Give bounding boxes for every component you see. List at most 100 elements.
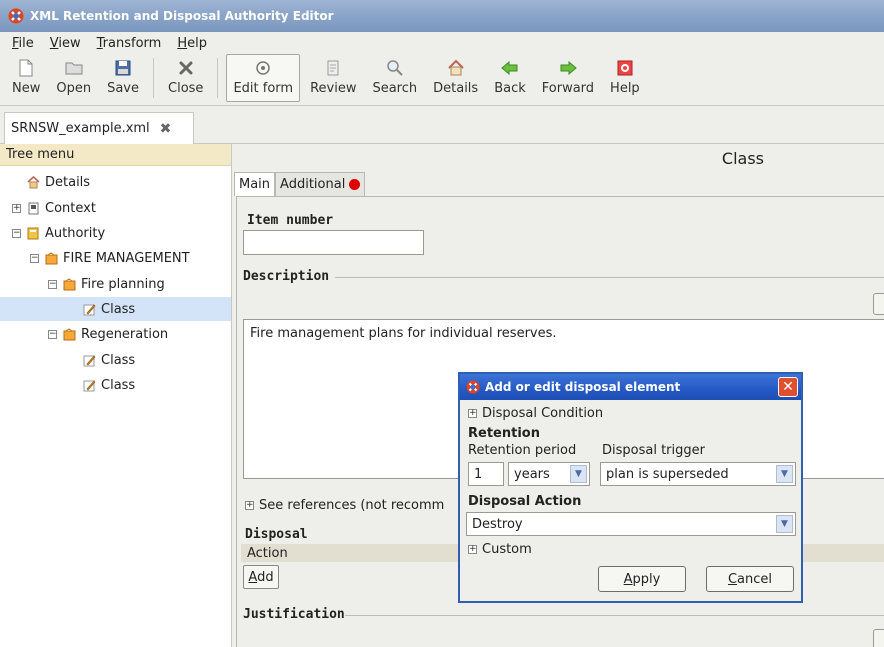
help-button[interactable]: Help: [604, 54, 646, 102]
item-number-input[interactable]: [243, 230, 424, 255]
collapse-icon[interactable]: −: [30, 253, 39, 263]
dialog-body: + Disposal Condition Retention Retention…: [460, 400, 801, 601]
collapse-icon[interactable]: −: [12, 228, 21, 238]
tree-item-context[interactable]: + Context: [12, 196, 96, 220]
add-disposal-button[interactable]: Add: [243, 565, 279, 589]
class-edit-icon: [82, 378, 96, 392]
retention-period-label: Retention period: [468, 443, 577, 458]
tree-item-class[interactable]: Class: [82, 348, 135, 372]
page-title: Class: [721, 148, 764, 168]
retention-number-input[interactable]: 1: [468, 462, 504, 486]
class-edit-icon: [82, 353, 96, 367]
edit-form-icon: [253, 58, 273, 78]
app-icon: [466, 380, 480, 394]
section-divider: [345, 615, 884, 616]
disposal-trigger-label: Disposal trigger: [602, 443, 705, 458]
home-icon: [26, 175, 40, 189]
back-button[interactable]: Back: [488, 54, 532, 102]
menu-help[interactable]: Help: [169, 36, 215, 51]
tree-header: Tree menu: [0, 144, 231, 166]
home-icon: [446, 58, 466, 78]
activity-icon: [62, 277, 76, 291]
chevron-down-icon: ▼: [776, 465, 793, 483]
arrow-left-icon: [500, 58, 520, 78]
disposal-dialog: Add or edit disposal element ✕ + Disposa…: [458, 372, 803, 603]
retention-label: Retention: [468, 426, 540, 441]
search-icon: [385, 58, 405, 78]
lifebuoy-icon: [615, 58, 635, 78]
floppy-disk-icon: [113, 58, 133, 78]
tree-item-class-selected[interactable]: Class: [0, 297, 231, 321]
menu-file[interactable]: File: [4, 36, 42, 51]
justification-edit-button[interactable]: [873, 629, 884, 647]
folder-icon: [64, 58, 84, 78]
collapse-icon[interactable]: −: [48, 329, 57, 339]
expand-icon: +: [468, 544, 477, 554]
dialog-title-bar: Add or edit disposal element ✕: [460, 374, 801, 400]
tab-main[interactable]: Main: [234, 172, 276, 196]
toolbar-separator: [217, 58, 219, 98]
menu-transform[interactable]: Transform: [89, 36, 170, 51]
file-tab[interactable]: SRNSW_example.xml ✖: [4, 112, 194, 144]
justification-label: Justification: [243, 607, 345, 622]
book-icon: [26, 226, 40, 240]
arrow-right-icon: [558, 58, 578, 78]
cancel-button[interactable]: Cancel: [706, 566, 794, 592]
menu-bar: File View Transform Help: [0, 32, 884, 54]
toolbar: New Open Save Close Edit form Review Sea…: [0, 54, 884, 106]
disposal-action-label: Disposal Action: [468, 494, 582, 509]
chevron-down-icon: ▼: [776, 515, 793, 533]
activity-icon: [62, 327, 76, 341]
close-icon: ✕: [782, 379, 794, 395]
tree-item-fire-planning[interactable]: − Fire planning: [48, 272, 165, 296]
review-button[interactable]: Review: [304, 54, 362, 102]
warning-dot-icon: [349, 179, 361, 190]
item-number-label: Item number: [247, 213, 334, 228]
file-tab-strip: SRNSW_example.xml ✖: [0, 106, 884, 144]
tab-close-icon[interactable]: ✖: [160, 121, 172, 137]
disposal-trigger-select[interactable]: plan is superseded ▼: [600, 462, 796, 486]
close-icon: [176, 58, 196, 78]
tree-item-details[interactable]: Details: [26, 170, 90, 194]
tab-additional[interactable]: Additional: [275, 172, 366, 196]
dialog-close-button[interactable]: ✕: [778, 377, 798, 397]
review-icon: [323, 58, 343, 78]
expand-icon: +: [245, 500, 254, 510]
window-title-bar: XML Retention and Disposal Authority Edi…: [0, 0, 884, 32]
apply-button[interactable]: Apply: [598, 566, 686, 592]
forward-button[interactable]: Forward: [536, 54, 600, 102]
chevron-down-icon: ▼: [570, 465, 587, 483]
description-edit-button[interactable]: [873, 293, 884, 315]
app-icon: [8, 8, 24, 24]
description-label: Description: [243, 269, 330, 284]
class-edit-icon: [82, 302, 96, 316]
tree-panel: Tree menu Details + Context − Authority …: [0, 144, 232, 647]
function-icon: [44, 251, 58, 265]
tree-item-regeneration[interactable]: − Regeneration: [48, 322, 168, 346]
details-button[interactable]: Details: [427, 54, 484, 102]
close-button[interactable]: Close: [162, 54, 209, 102]
open-button[interactable]: Open: [50, 54, 97, 102]
new-button[interactable]: New: [6, 54, 46, 102]
new-file-icon: [16, 58, 36, 78]
tree-item-fire-management[interactable]: − FIRE MANAGEMENT: [30, 246, 190, 270]
disposal-action-select[interactable]: Destroy ▼: [466, 512, 796, 536]
edit-form-button[interactable]: Edit form: [226, 54, 301, 102]
tree-item-authority[interactable]: − Authority: [12, 221, 105, 245]
collapse-icon[interactable]: −: [48, 279, 57, 289]
file-tab-label: SRNSW_example.xml: [11, 121, 150, 136]
disposal-condition-toggle[interactable]: + Disposal Condition: [468, 406, 603, 421]
retention-unit-select[interactable]: years ▼: [508, 462, 590, 486]
dialog-title: Add or edit disposal element: [485, 380, 681, 394]
window-title: XML Retention and Disposal Authority Edi…: [30, 9, 334, 23]
see-references-toggle[interactable]: + See references (not recomm: [245, 498, 444, 513]
expand-icon[interactable]: +: [12, 203, 21, 213]
toolbar-separator: [153, 58, 155, 98]
disposal-label: Disposal: [245, 527, 308, 542]
context-icon: [26, 201, 40, 215]
custom-toggle[interactable]: + Custom: [468, 542, 532, 557]
tree-item-class[interactable]: Class: [82, 373, 135, 397]
menu-view[interactable]: View: [42, 36, 89, 51]
search-button[interactable]: Search: [366, 54, 423, 102]
save-button[interactable]: Save: [101, 54, 145, 102]
